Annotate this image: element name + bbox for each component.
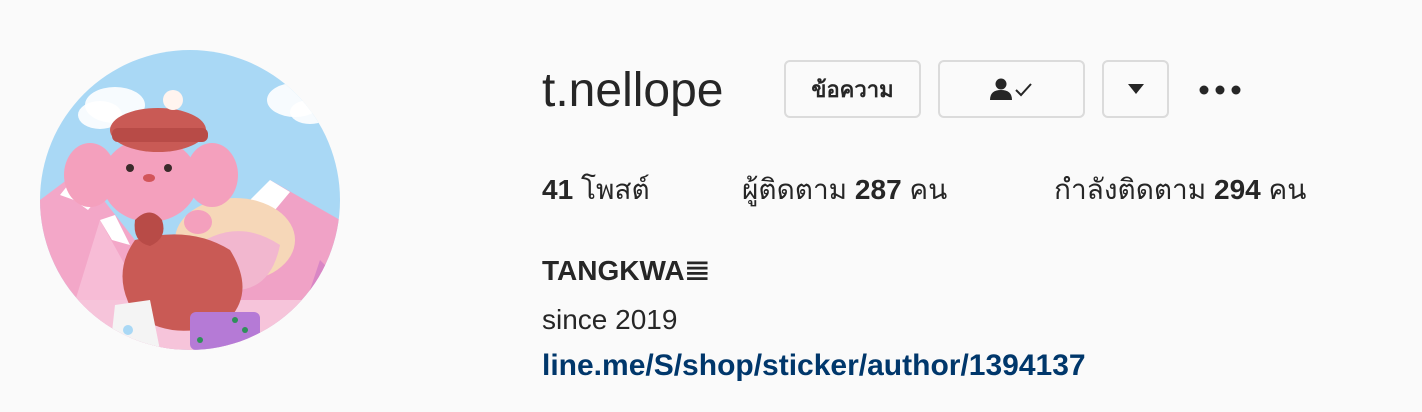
avatar[interactable] xyxy=(40,50,340,350)
posts-count: 41 xyxy=(542,174,574,205)
followers-unit: คน xyxy=(909,174,948,205)
profile-header: t.nellope ข้อความ 41 โพสต์ ผู้ติดตาม 287… xyxy=(0,0,1422,412)
following-button[interactable] xyxy=(938,60,1085,118)
message-button-label: ข้อความ xyxy=(811,76,894,102)
ellipsis-icon xyxy=(1199,85,1241,95)
more-options-button[interactable] xyxy=(1196,70,1244,110)
followers-count: 287 xyxy=(854,174,902,205)
followers-label: ผู้ติดตาม xyxy=(742,174,848,205)
full-name: TANGKWA𝌆 xyxy=(542,255,710,286)
bio-text: since 2019 xyxy=(542,304,678,335)
following-label: กำลังติดตาม xyxy=(1054,174,1207,205)
avatar-illustration xyxy=(40,50,340,350)
followers-stat[interactable]: ผู้ติดตาม 287 คน xyxy=(742,168,947,212)
following-unit: คน xyxy=(1268,174,1307,205)
caret-down-icon xyxy=(1127,84,1144,94)
suggested-dropdown-button[interactable] xyxy=(1102,60,1169,118)
posts-label: โพสต์ xyxy=(580,174,650,205)
following-count: 294 xyxy=(1214,174,1261,205)
message-button[interactable]: ข้อความ xyxy=(784,60,921,118)
bio-link[interactable]: line.me/S/shop/sticker/author/1394137 xyxy=(542,344,1086,388)
username: t.nellope xyxy=(542,64,724,117)
following-stat[interactable]: กำลังติดตาม 294 คน xyxy=(1054,168,1306,212)
person-check-icon xyxy=(989,78,1032,100)
posts-stat: 41 โพสต์ xyxy=(542,168,650,212)
